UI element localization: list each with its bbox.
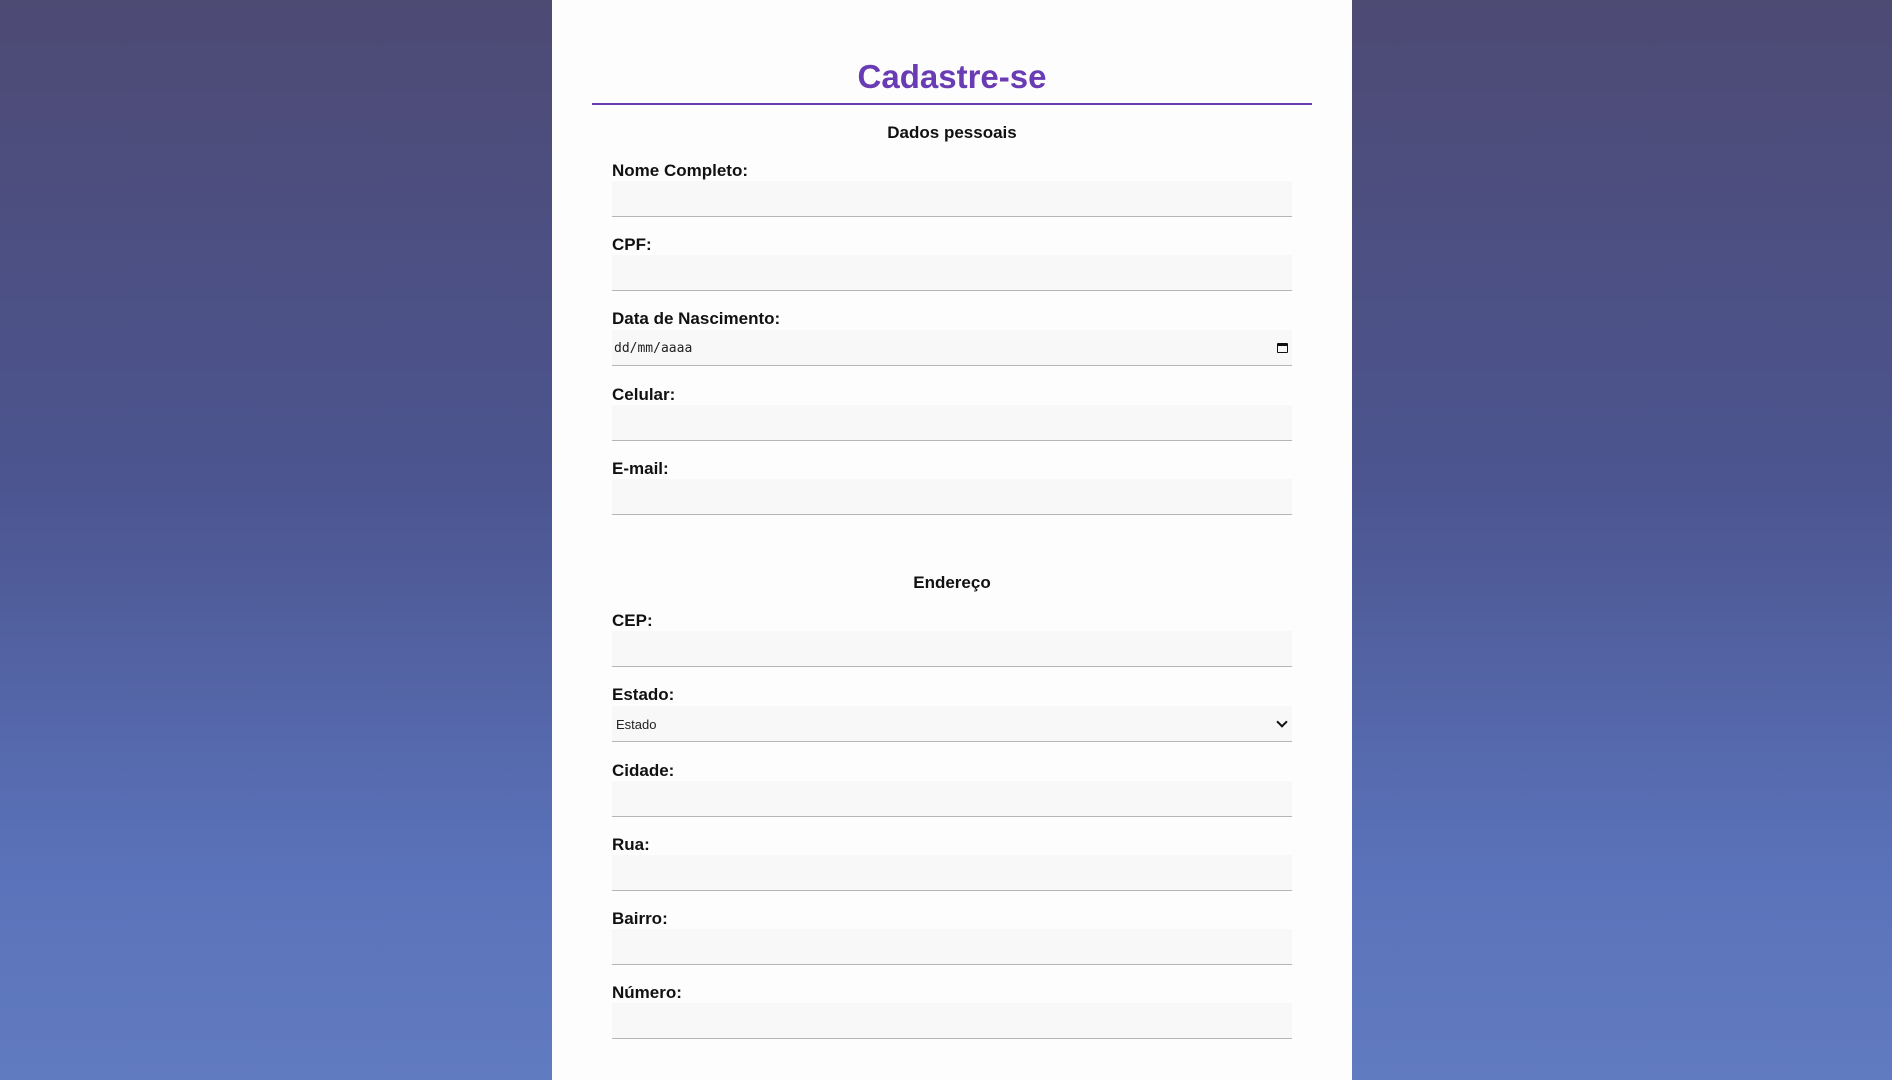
cpf-label: CPF: bbox=[612, 235, 652, 254]
numero-label: Número: bbox=[612, 983, 682, 1002]
chevron-down-icon bbox=[1276, 716, 1288, 728]
signup-form-card: Cadastre-se Dados pessoais Nome Completo… bbox=[552, 0, 1352, 1080]
estado-label: Estado: bbox=[612, 685, 675, 704]
cep-input[interactable] bbox=[612, 631, 1292, 667]
nascimento-label: Data de Nascimento: bbox=[612, 309, 781, 328]
cpf-input[interactable] bbox=[612, 255, 1292, 291]
email-input[interactable] bbox=[612, 479, 1292, 515]
section-title-address: Endereço bbox=[913, 573, 991, 592]
bairro-input[interactable] bbox=[612, 929, 1292, 965]
cidade-label: Cidade: bbox=[612, 761, 675, 780]
email-label: E-mail: bbox=[612, 459, 669, 478]
nome-label: Nome Completo: bbox=[612, 161, 748, 180]
cep-label: CEP: bbox=[612, 611, 653, 630]
bairro-label: Bairro: bbox=[612, 909, 668, 928]
estado-select[interactable]: Estado bbox=[612, 706, 1292, 742]
nascimento-date-input[interactable]: dd/mm/aaaa bbox=[612, 330, 1292, 366]
nome-input[interactable] bbox=[612, 181, 1292, 217]
page-title: Cadastre-se bbox=[857, 58, 1047, 95]
celular-label: Celular: bbox=[612, 385, 676, 404]
rua-input[interactable] bbox=[612, 855, 1292, 891]
date-placeholder: dd/mm/aaaa bbox=[614, 341, 693, 356]
rua-label: Rua: bbox=[612, 835, 650, 854]
cidade-input[interactable] bbox=[612, 781, 1292, 817]
section-title-personal: Dados pessoais bbox=[887, 123, 1017, 142]
celular-input[interactable] bbox=[612, 405, 1292, 441]
title-divider bbox=[592, 103, 1312, 105]
estado-selected-value: Estado bbox=[616, 717, 657, 732]
numero-input[interactable] bbox=[612, 1003, 1292, 1039]
calendar-icon[interactable] bbox=[1277, 343, 1288, 353]
